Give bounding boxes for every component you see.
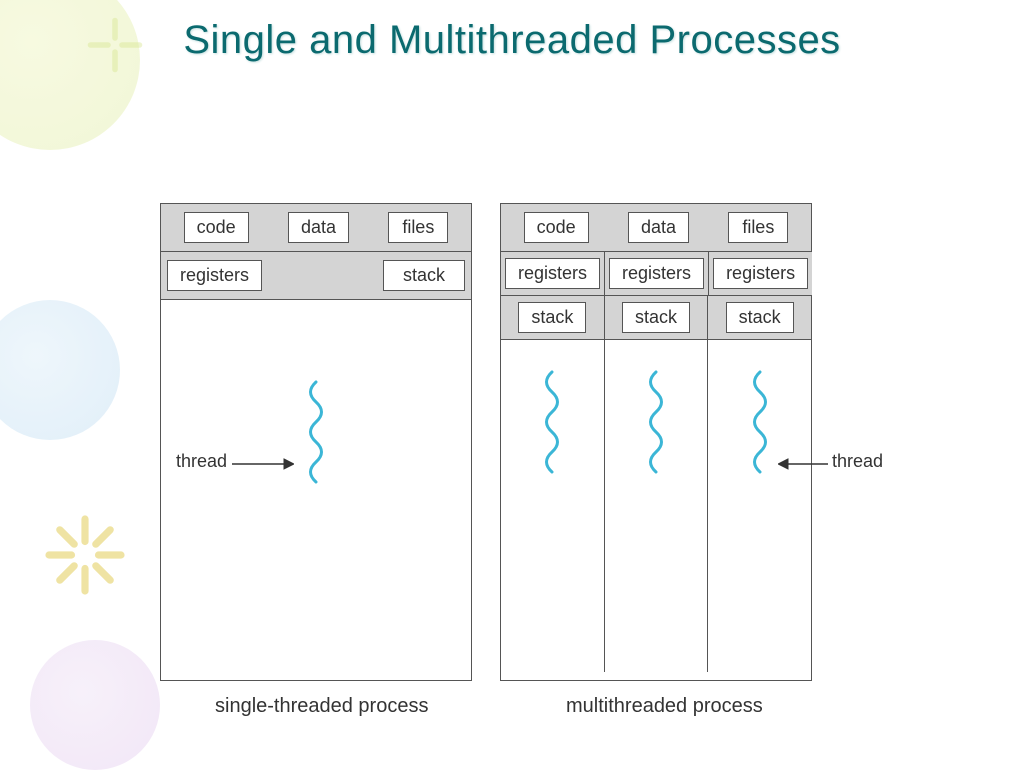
code-box: code: [524, 212, 589, 243]
thread-icon: [641, 370, 671, 480]
caption-multi: multithreaded process: [566, 695, 763, 718]
files-box: files: [388, 212, 448, 243]
files-box: files: [728, 212, 788, 243]
data-box: data: [628, 212, 689, 243]
stack-box: stack: [726, 302, 794, 333]
single-threaded-process-box: code data files registers stack: [160, 203, 472, 681]
code-box: code: [184, 212, 249, 243]
thread-icon: [537, 370, 567, 480]
arrow-right-icon: [232, 458, 294, 470]
stack-row: stack stack stack: [501, 296, 811, 340]
thread-icon: [301, 380, 331, 490]
diagram-canvas: code data files registers stack code dat…: [0, 63, 1024, 763]
arrow-left-icon: [778, 458, 828, 470]
registers-box: registers: [167, 260, 262, 291]
data-box: data: [288, 212, 349, 243]
registers-row: registers registers registers: [501, 252, 811, 296]
stack-box: stack: [383, 260, 465, 291]
registers-box: registers: [609, 258, 704, 289]
shared-resources-row: code data files: [501, 204, 811, 252]
stack-box: stack: [622, 302, 690, 333]
thread-icon: [745, 370, 775, 480]
caption-single: single-threaded process: [215, 695, 428, 718]
registers-box: registers: [713, 258, 808, 289]
registers-box: registers: [505, 258, 600, 289]
stack-box: stack: [518, 302, 586, 333]
per-thread-row: registers stack: [161, 252, 471, 300]
thread-label-left: thread: [176, 451, 227, 472]
page-title: Single and Multithreaded Processes: [0, 0, 1024, 63]
thread-label-right: thread: [832, 451, 883, 472]
shared-resources-row: code data files: [161, 204, 471, 252]
thread-area: [501, 340, 811, 672]
thread-area: [161, 300, 471, 678]
multithreaded-process-box: code data files registers registers regi…: [500, 203, 812, 681]
